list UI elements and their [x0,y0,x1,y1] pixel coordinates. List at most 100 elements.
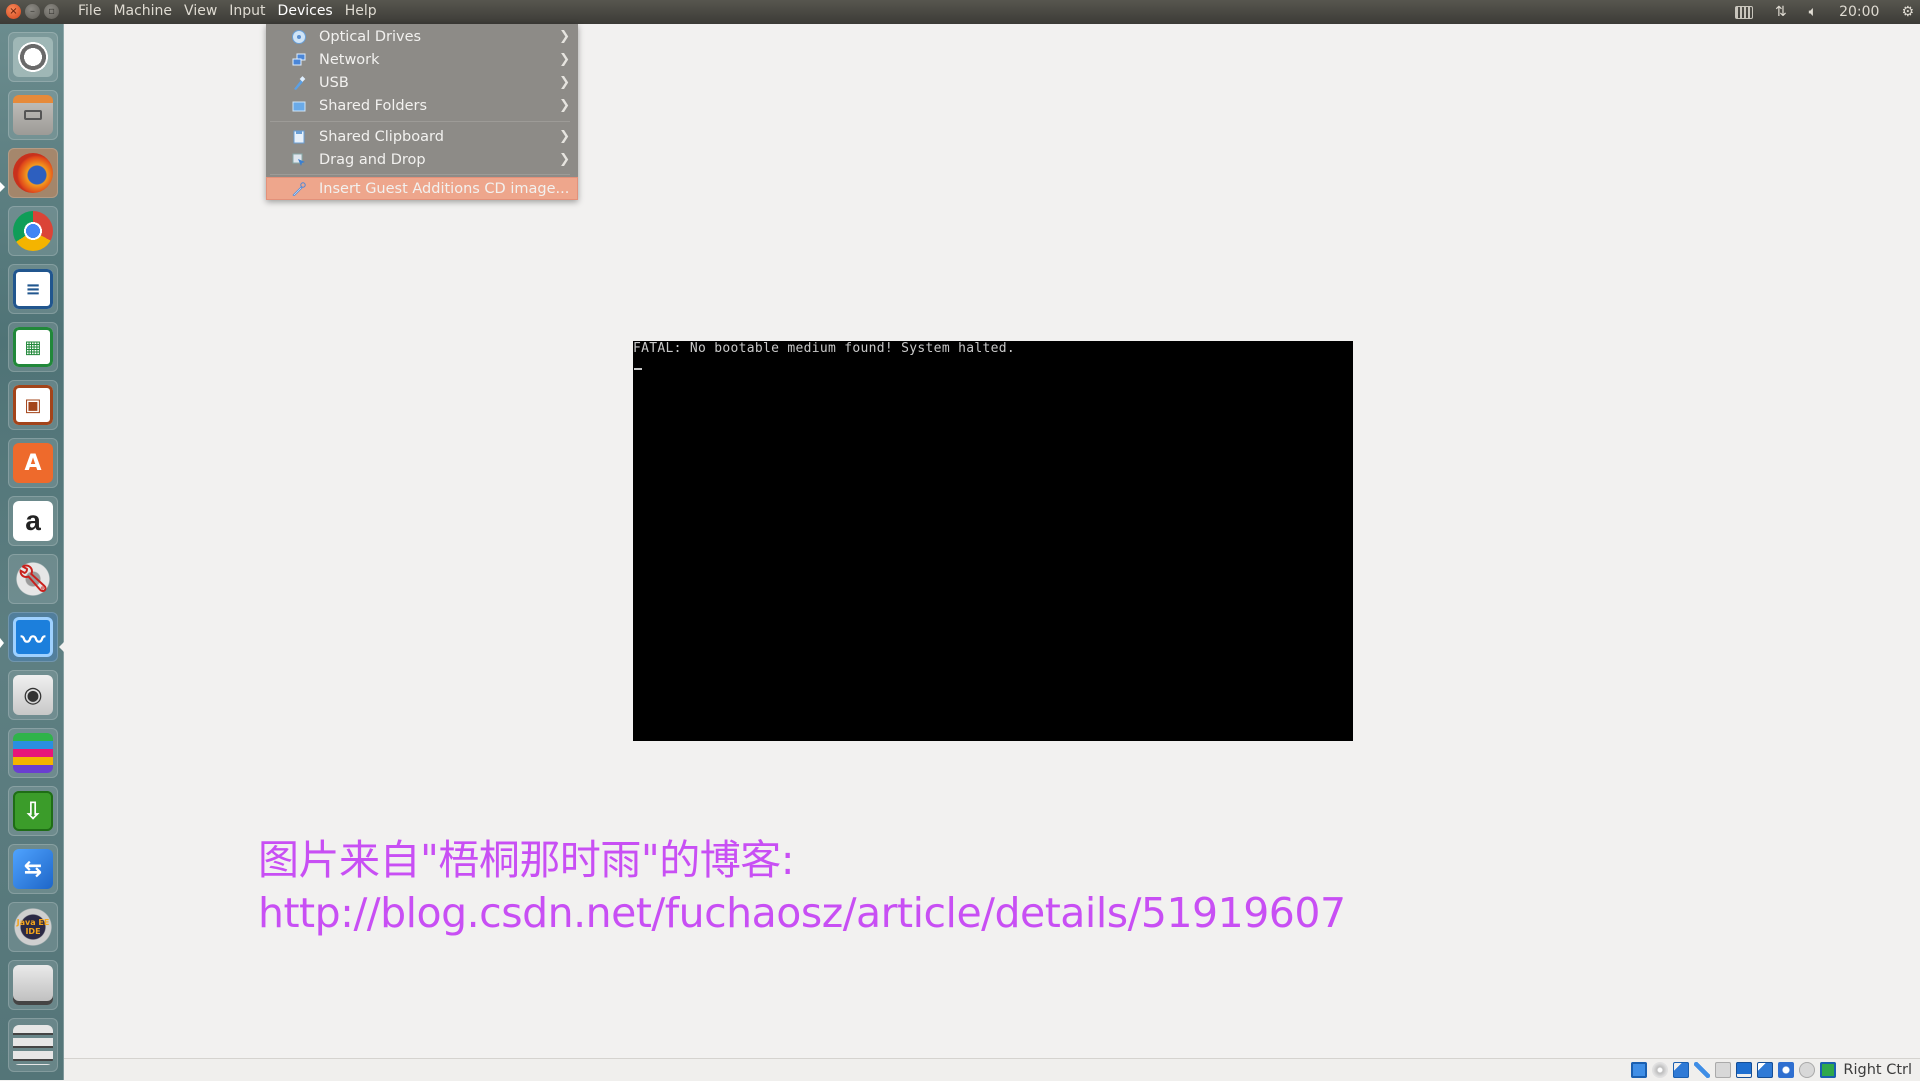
display-icon[interactable] [1736,1062,1753,1078]
keyboard-icon[interactable] [1734,5,1753,19]
launcher-item-files[interactable] [8,90,58,140]
top-panel: × – ▫ File Machine View Input Devices He… [0,0,1920,24]
chevron-right-icon: ❯ [559,129,570,144]
window-controls: × – ▫ [6,4,59,19]
chevron-right-icon: ❯ [559,152,570,167]
gear-icon[interactable]: ⚙ [1901,4,1914,20]
camera-icon: ◉ [13,675,53,715]
menu-item-optical-drives[interactable]: Optical Drives ❯ [266,25,578,48]
indicator-area: ⇅ 🔈︎ 20:00 ⚙ [1734,0,1914,24]
watermark: 图片来自"梧桐那时雨"的博客: http://blog.csdn.net/fuc… [258,834,1346,940]
cpu-icon[interactable] [1778,1062,1795,1078]
shared-folders-icon[interactable] [1715,1062,1732,1078]
drag-drop-icon [291,152,307,168]
volume-icon[interactable]: 🔈︎ [1809,4,1817,20]
teamviewer-icon: ⇆ [13,849,53,889]
file-cabinet-icon [13,95,53,135]
vm-display[interactable]: FATAL: No bootable medium found! System … [633,341,1353,741]
network-icon [291,52,307,68]
maximize-icon: ▫ [48,5,55,17]
system-monitor-icon: 〰 [13,617,53,657]
menu-item-shared-clipboard[interactable]: Shared Clipboard ❯ [266,125,578,148]
chrome-icon [13,211,53,251]
launcher-item-system-monitor[interactable]: 〰 [8,612,58,662]
mouse-integration-icon[interactable] [1799,1062,1816,1078]
network-adapter-icon[interactable] [1673,1062,1690,1078]
close-icon: × [9,5,18,17]
launcher-item-software-center[interactable]: A [8,438,58,488]
minimize-icon: – [30,5,35,17]
minimize-window-button[interactable]: – [25,4,40,19]
guest-additions-icon [291,181,307,197]
menu-view[interactable]: View [178,3,223,19]
writer-icon: ≡ [13,269,53,309]
launcher-item-chrome[interactable] [8,206,58,256]
running-indicator [0,638,4,648]
launcher-item-uget[interactable]: ⇩ [8,786,58,836]
focused-indicator [59,642,64,652]
watermark-caption: 图片来自"梧桐那时雨"的博客: [258,836,795,884]
menu-machine[interactable]: Machine [107,3,178,19]
amazon-icon: a [13,501,53,541]
menu-item-network[interactable]: Network ❯ [266,48,578,71]
drive-stack-icon [13,1025,53,1065]
menu-item-insert-guest-additions[interactable]: Insert Guest Additions CD image... [266,177,578,200]
launcher-item-system-settings[interactable]: 🔧︎ [8,554,58,604]
launcher-item-drive-stack[interactable] [8,1018,58,1072]
menu-input[interactable]: Input [223,3,271,19]
shopping-bag-icon: A [13,443,53,483]
hard-disk-icon[interactable] [1631,1062,1648,1078]
usb-icon[interactable] [1694,1062,1711,1078]
menu-separator [270,174,570,175]
chevron-right-icon: ❯ [559,98,570,113]
ubuntu-logo-icon [13,37,53,77]
launcher-item-color-app[interactable] [8,728,58,778]
impress-icon: ▣ [13,385,53,425]
hard-drive-icon [13,965,53,1005]
launcher-item-firefox[interactable] [8,148,58,198]
color-stripes-icon [13,733,53,773]
launcher-item-teamviewer[interactable]: ⇆ [8,844,58,894]
calc-icon: ▦ [13,327,53,367]
menubar: File Machine View Input Devices Help [72,3,383,19]
launcher-item-amazon[interactable]: a [8,496,58,546]
video-capture-icon[interactable] [1757,1062,1774,1078]
menu-help[interactable]: Help [339,3,383,19]
launcher-item-eclipse-java-ee[interactable]: Java EE IDE [8,902,58,952]
running-indicator [0,182,5,192]
status-indicators: Right Ctrl [1631,1061,1912,1079]
launcher-item-drive[interactable] [8,960,58,1010]
network-updown-icon[interactable]: ⇅ [1775,4,1787,20]
vm-status-bar: Right Ctrl [64,1058,1920,1081]
optical-disc-icon [291,29,307,45]
chevron-right-icon: ❯ [559,52,570,67]
watermark-url: http://blog.csdn.net/fuchaosz/article/de… [258,889,1346,937]
launcher-item-impress[interactable]: ▣ [8,380,58,430]
close-window-button[interactable]: × [6,4,21,19]
clipboard-icon [291,129,307,145]
vm-console-cursor [634,368,642,370]
firefox-icon [13,153,53,193]
launcher-item-calc[interactable]: ▦ [8,322,58,372]
settings-wrench-icon: 🔧︎ [13,559,53,599]
launcher-item-camera[interactable]: ◉ [8,670,58,720]
optical-drive-icon[interactable] [1652,1062,1669,1078]
launcher-item-dash[interactable] [8,32,58,82]
chevron-right-icon: ❯ [559,29,570,44]
download-arrow-icon: ⇩ [13,791,53,831]
launcher-item-writer[interactable]: ≡ [8,264,58,314]
menu-item-shared-folders[interactable]: Shared Folders ❯ [266,94,578,117]
java-ee-ide-icon: Java EE IDE [13,907,53,947]
maximize-window-button[interactable]: ▫ [44,4,59,19]
menu-devices[interactable]: Devices [272,3,339,19]
guest-additions-status-icon[interactable] [1820,1062,1837,1078]
launcher: ≡ ▦ ▣ A a 🔧︎ 〰 ◉ ⇩ ⇆ Java EE IDE [0,24,64,1080]
menu-separator [270,121,570,122]
host-key-label: Right Ctrl [1843,1062,1912,1078]
clock[interactable]: 20:00 [1839,4,1879,20]
usb-icon [291,75,307,91]
menu-file[interactable]: File [72,3,107,19]
menu-item-usb[interactable]: USB ❯ [266,71,578,94]
vm-console-message: FATAL: No bootable medium found! System … [633,341,1015,356]
menu-item-drag-and-drop[interactable]: Drag and Drop ❯ [266,148,578,171]
